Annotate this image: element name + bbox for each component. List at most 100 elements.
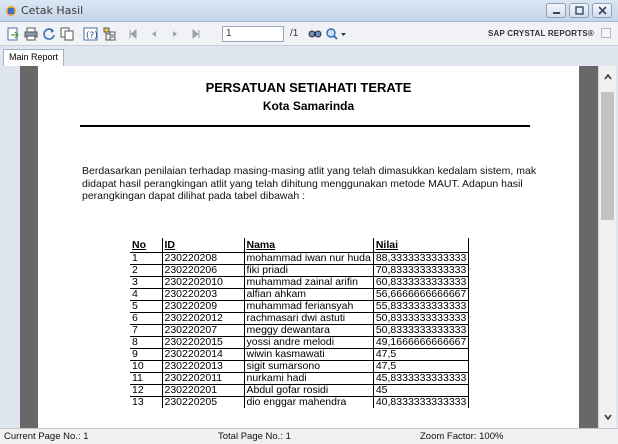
next-page-icon	[172, 30, 177, 37]
brand-close-button[interactable]	[601, 28, 611, 38]
help-icon: (?)	[83, 27, 98, 41]
cell-nilai: 50,8333333333333	[372, 323, 470, 336]
cell-nama: Abdul gofar rosidi	[243, 383, 374, 396]
cell-nama: fiki priadi	[243, 263, 374, 276]
column-header-nilai: Nilai	[372, 238, 470, 252]
table-row: 7 230220207 meggy dewantara 50,833333333333…	[130, 323, 470, 336]
current-page-status: Current Page No.: 1	[4, 431, 89, 442]
first-page-icon	[129, 28, 136, 39]
paragraph-line: Berdasarkan penilaian terhadap masing-ma…	[82, 165, 537, 177]
paragraph-line: perangkingan dapat dilihat pada tabel di…	[82, 190, 306, 202]
cell-id: 230220201	[161, 383, 244, 396]
table-row: 11 2302202011 nurkami hadi 45,8333333333333	[130, 371, 470, 384]
report-paragraph: Berdasarkan penilaian terhadap masing-ma…	[82, 165, 537, 203]
column-header-nama: Nama	[243, 238, 374, 252]
find-button[interactable]	[306, 25, 323, 42]
zoom-status: Zoom Factor: 100%	[420, 431, 504, 442]
table-row: 1 230220208 mohammad iwan nur huda 88,33333…	[130, 251, 470, 264]
cell-id: 230220203	[161, 287, 244, 300]
title-bar: Cetak Hasil	[0, 0, 618, 22]
cell-id: 2302202013	[161, 359, 244, 372]
cell-no: 9	[130, 347, 162, 360]
table-row: 9 2302202014 wiwin kasmawati 47,5	[130, 347, 470, 360]
report-page: PERSATUAN SETIAHATI TERATE Kota Samarind…	[38, 66, 579, 428]
cell-nama: yossi andre melodi	[243, 335, 374, 348]
last-page-button[interactable]	[187, 25, 204, 42]
cell-id: 230220209	[161, 299, 244, 312]
paragraph-line: didapat hasil perangkingan atlit yang te…	[82, 177, 523, 190]
cell-nilai: 56,6666666666667	[372, 287, 470, 300]
cell-nilai: 47,5	[372, 347, 470, 360]
export-button[interactable]	[4, 25, 21, 42]
table-row: 2 230220206 fiki priadi 70,8333333333333	[130, 263, 470, 276]
cell-id: 230220208	[161, 251, 244, 264]
refresh-button[interactable]	[40, 25, 57, 42]
table-row: 6 2302202012 rachmasari dwi astuti 50,83333…	[130, 311, 470, 324]
table-header-row: No ID Nama Nilai	[130, 238, 470, 252]
report-toolbar: (?) 1 /1 SAP CRYSTAL REPORTS®	[0, 22, 618, 46]
cell-nama: mohammad iwan nur huda	[243, 251, 374, 264]
page-total: /1	[290, 28, 299, 39]
window-title: Cetak Hasil	[21, 4, 84, 17]
cell-nama: dio enggar mahendra	[243, 395, 374, 408]
cell-id: 230220207	[161, 323, 244, 336]
close-icon	[597, 6, 607, 15]
vertical-scrollbar[interactable]	[598, 66, 616, 428]
cell-no: 2	[130, 263, 162, 276]
report-title: PERSATUAN SETIAHATI TERATE	[205, 80, 412, 95]
maximize-button[interactable]	[569, 3, 589, 18]
zoom-dropdown[interactable]	[324, 25, 348, 42]
export-icon	[7, 27, 19, 40]
table-row: 10 2302202013 sigit sumarsono 47,5	[130, 359, 470, 372]
brand-label: SAP CRYSTAL REPORTS®	[487, 29, 594, 38]
status-bar: Current Page No.: 1 Total Page No.: 1 Zo…	[0, 428, 618, 444]
cell-nilai: 55,8333333333333	[372, 299, 470, 312]
report-subtitle: Kota Samarinda	[262, 99, 355, 113]
chevron-up-icon	[604, 74, 612, 80]
cell-nilai: 88,3333333333333	[372, 251, 470, 264]
tab-main-report[interactable]: Main Report	[3, 49, 65, 66]
cell-id: 2302202015	[161, 335, 244, 348]
minimize-button[interactable]	[546, 3, 566, 18]
cell-no: 3	[130, 275, 162, 288]
cell-no: 10	[130, 359, 162, 372]
table-row: 4 230220203 alfian ahkam 56,6666666666667	[130, 287, 470, 300]
cell-id: 230220205	[161, 395, 244, 408]
table-row: 13 230220205 dio enggar mahendra 40,8333333…	[130, 395, 470, 408]
cell-nilai: 45,8333333333333	[372, 371, 470, 384]
next-page-button[interactable]	[166, 25, 183, 42]
table-row: 12 230220201 Abdul gofar rosidi 45	[130, 383, 470, 396]
column-header-no: No	[132, 238, 146, 251]
copy-button[interactable]	[58, 25, 75, 42]
crystal-reports-app-icon	[6, 6, 16, 16]
cell-nama: alfian ahkam	[243, 287, 374, 300]
page-number-input[interactable]: 1	[222, 26, 284, 42]
cell-nilai: 50,8333333333333	[372, 311, 470, 324]
cell-no: 12	[130, 383, 162, 396]
table-row: 8 2302202015 yossi andre melodi 49,16666666…	[130, 335, 470, 348]
help-button[interactable]: (?)	[82, 25, 99, 42]
first-page-button[interactable]	[124, 25, 141, 42]
cell-id: 2302202010	[161, 275, 244, 288]
close-button[interactable]	[592, 3, 612, 18]
cell-nama: sigit sumarsono	[243, 359, 374, 372]
zoom-icon	[326, 27, 346, 40]
scroll-thumb[interactable]	[601, 92, 614, 220]
column-header-id: ID	[161, 238, 244, 252]
scroll-up-button[interactable]	[603, 72, 613, 82]
tab-strip: Main Report	[0, 46, 618, 66]
cell-nama: wiwin kasmawati	[243, 347, 374, 360]
last-page-icon	[192, 28, 199, 39]
prev-page-button[interactable]	[145, 25, 162, 42]
table-row: 3 2302202010 muhammad zainal arifin 60,8333…	[130, 275, 470, 288]
header-divider	[80, 125, 530, 127]
group-tree-button[interactable]	[101, 25, 118, 42]
minimize-icon	[552, 12, 560, 14]
cell-nama: muhammad zainal arifin	[243, 275, 374, 288]
cell-nama: nurkami hadi	[243, 371, 374, 384]
scroll-down-button[interactable]	[603, 412, 613, 422]
report-viewport: PERSATUAN SETIAHATI TERATE Kota Samarind…	[20, 66, 598, 428]
group-tree-icon	[103, 27, 115, 40]
print-button[interactable]	[22, 25, 39, 42]
cell-nilai: 49,1666666666667	[372, 335, 470, 348]
